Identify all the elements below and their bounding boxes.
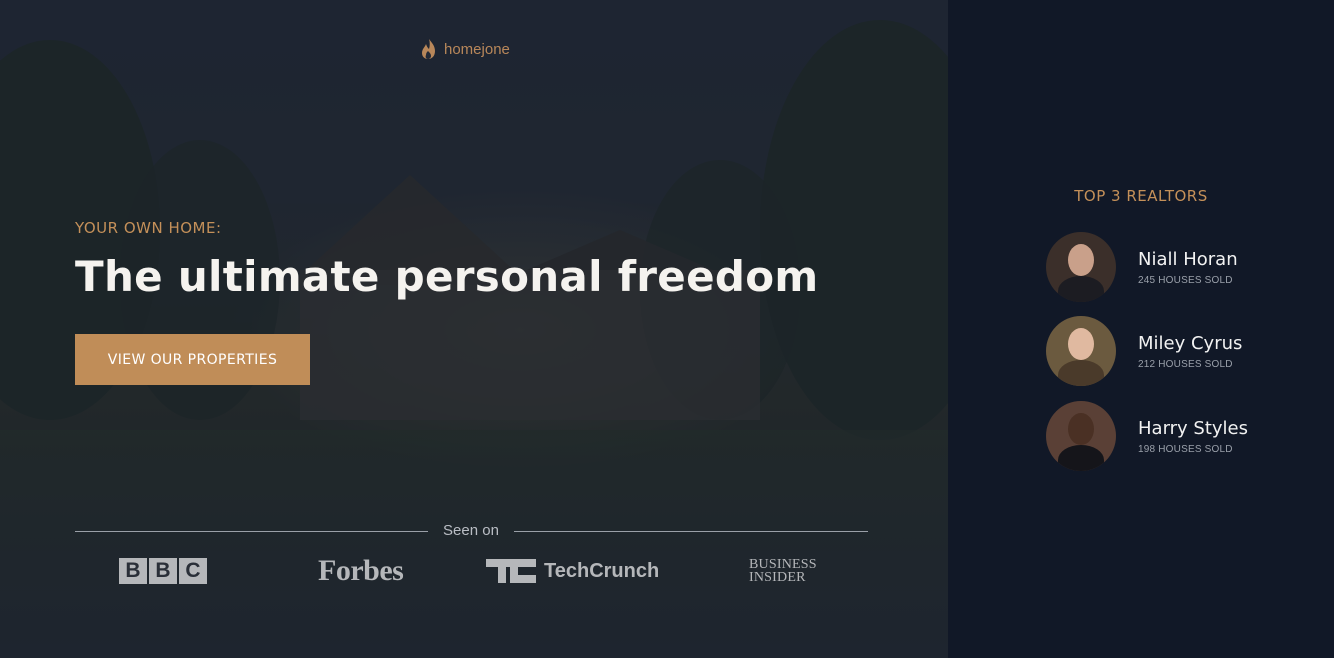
bbc-logo: B B C <box>119 556 207 586</box>
top-realtors-sidebar: TOP 3 REALTORS Niall Horan 245 HOUSES SO… <box>948 0 1334 658</box>
hero-section: homejone YOUR OWN HOME: The ultimate per… <box>0 0 948 658</box>
techcrunch-mark-icon <box>486 559 536 583</box>
bbc-letter: B <box>119 558 147 584</box>
houses-sold: 212 HOUSES SOLD <box>1138 358 1233 370</box>
divider-line <box>75 531 428 532</box>
avatar <box>1046 401 1116 471</box>
realtor-name: Niall Horan <box>1138 248 1238 270</box>
brand-name: homejone <box>444 40 510 58</box>
bbc-letter: B <box>149 558 177 584</box>
realtor-card[interactable]: Niall Horan 245 HOUSES SOLD <box>1046 232 1306 302</box>
realtor-name: Miley Cyrus <box>1138 332 1243 354</box>
avatar-face <box>1068 328 1094 360</box>
business-insider-logo: BUSINESS INSIDER <box>749 558 817 588</box>
avatar-suit <box>1058 445 1104 471</box>
hero-headline: The ultimate personal freedom <box>75 252 819 301</box>
brand-logo[interactable]: homejone <box>420 38 510 60</box>
avatar <box>1046 232 1116 302</box>
avatar <box>1046 316 1116 386</box>
divider-line <box>514 531 868 532</box>
realtor-card[interactable]: Miley Cyrus 212 HOUSES SOLD <box>1046 316 1306 386</box>
avatar-suit <box>1058 360 1104 386</box>
view-properties-button[interactable]: VIEW OUR PROPERTIES <box>75 334 310 385</box>
avatar-face <box>1068 413 1094 445</box>
business-insider-line2: INSIDER <box>749 570 806 585</box>
realtor-card[interactable]: Harry Styles 198 HOUSES SOLD <box>1046 401 1306 471</box>
techcrunch-wordmark: TechCrunch <box>544 559 660 582</box>
seen-on-divider: Seen on <box>75 520 868 542</box>
techcrunch-logo: TechCrunch <box>486 556 659 586</box>
realtor-name: Harry Styles <box>1138 417 1249 439</box>
avatar-face <box>1068 244 1094 276</box>
top-realtors-title: TOP 3 REALTORS <box>1074 187 1208 205</box>
bbc-letter: C <box>179 558 207 584</box>
hero-eyebrow: YOUR OWN HOME: <box>75 219 222 237</box>
houses-sold: 245 HOUSES SOLD <box>1138 274 1233 286</box>
forbes-logo: Forbes <box>318 554 404 587</box>
seen-on-label: Seen on <box>443 522 499 539</box>
avatar-suit <box>1058 276 1104 302</box>
flame-icon <box>422 39 435 59</box>
houses-sold: 198 HOUSES SOLD <box>1138 443 1233 455</box>
